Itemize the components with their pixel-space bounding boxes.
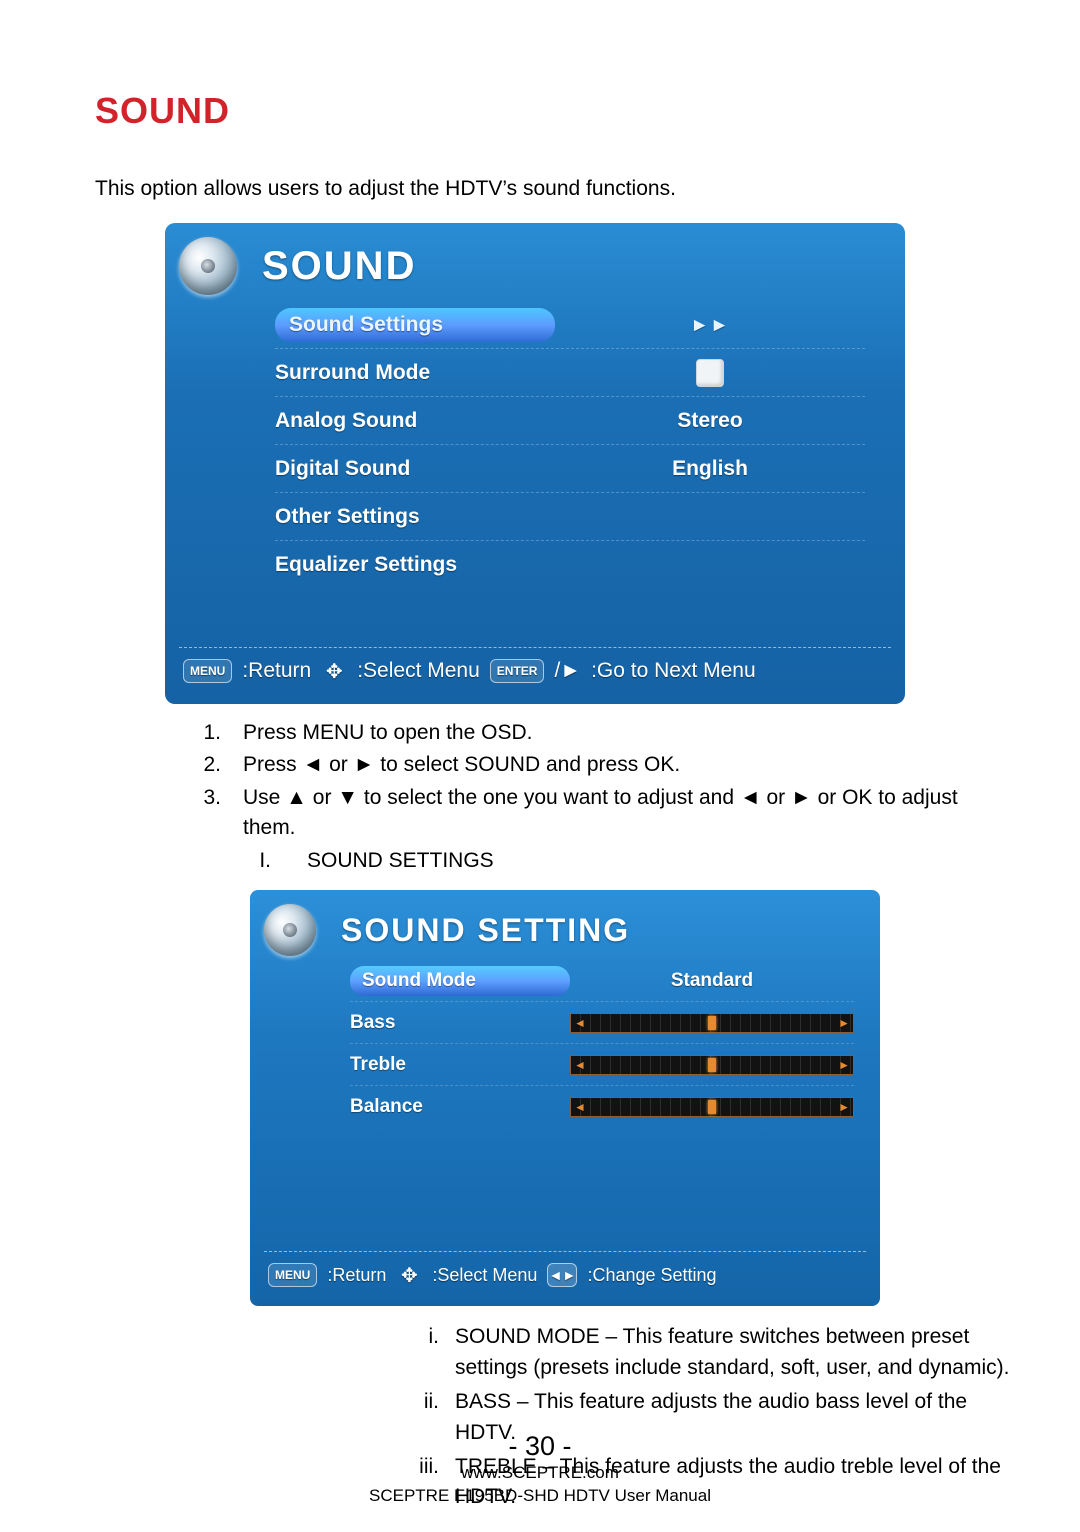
surround-checkbox[interactable] [696,359,724,387]
menu-label: Surround Mode [275,361,430,385]
speaker-icon [179,237,237,295]
right-arrow-icon: ► [838,1016,850,1030]
roman-marker: i. [405,1322,439,1383]
step-number: 3. [193,783,221,844]
footer-return-label: :Return [327,1265,386,1286]
right-arrow-icon: ► [838,1100,850,1114]
section-title: SOUND [95,90,985,132]
left-arrow-icon: ◄ [574,1016,586,1030]
balance-slider[interactable]: ◄► [570,1097,854,1117]
bass-slider[interactable]: ◄► [570,1013,854,1033]
slider-thumb [708,1058,716,1072]
step-text: Use ▲ or ▼ to select the one you want to… [243,783,985,844]
enter-key-icon: ENTER [490,659,545,683]
step-text: Press MENU to open the OSD. [243,718,985,748]
right-arrow-icon: ► [838,1058,850,1072]
footer-select-label: :Select Menu [357,659,480,683]
menu-label: Equalizer Settings [275,553,457,577]
setting-label: Treble [350,1054,406,1076]
left-right-key-icon: ◄► [547,1263,577,1287]
treble-slider[interactable]: ◄► [570,1055,854,1075]
instruction-list: 1. Press MENU to open the OSD. 2. Press ◄ … [95,718,985,876]
setting-row-balance[interactable]: Balance ◄► [350,1086,854,1128]
osd-setting-footer: MENU :Return ✥ :Select Menu ◄► :Change S… [250,1258,880,1296]
analog-value: Stereo [555,409,865,433]
menu-row-other-settings[interactable]: Other Settings [275,493,865,541]
osd-divider [179,647,891,648]
page-footer: www.SCEPTRE.com SCEPTRE E195BD-SHD HDTV … [0,1462,1080,1508]
page-number: - 30 - [0,1431,1080,1462]
footer-manual-title: SCEPTRE E195BD-SHD HDTV User Manual [0,1485,1080,1508]
dpad-icon: ✥ [396,1262,422,1288]
step-number: 2. [193,750,221,780]
menu-row-equalizer-settings[interactable]: Equalizer Settings [275,541,865,589]
left-arrow-icon: ◄ [574,1100,586,1114]
setting-label: Bass [350,1012,395,1034]
menu-label: Digital Sound [275,457,410,481]
digital-value: English [555,457,865,481]
setting-row-sound-mode[interactable]: Sound Mode Standard [350,960,854,1002]
osd-divider [264,1251,866,1252]
roman-text: SOUND MODE – This feature switches betwe… [455,1322,1015,1383]
setting-label: Balance [350,1096,423,1118]
substep-letter: I. [243,846,271,876]
osd-setting-title: SOUND SETTING [341,912,630,949]
menu-row-sound-settings[interactable]: Sound Settings ►► [275,301,865,349]
menu-row-analog-sound[interactable]: Analog Sound Stereo [275,397,865,445]
arrows-icon: ►► [690,315,730,337]
setting-row-treble[interactable]: Treble ◄► [350,1044,854,1086]
footer-select-label: :Select Menu [432,1265,537,1286]
footer-change-label: :Change Setting [587,1265,716,1286]
osd-sound-setting-screenshot: SOUND SETTING Sound Mode Standard Bass ◄… [250,890,880,1306]
menu-row-digital-sound[interactable]: Digital Sound English [275,445,865,493]
menu-row-surround-mode[interactable]: Surround Mode [275,349,865,397]
dpad-icon: ✥ [321,658,347,684]
left-arrow-icon: ◄ [574,1058,586,1072]
intro-text: This option allows users to adjust the H… [95,177,985,201]
menu-key-icon: MENU [268,1263,317,1287]
sound-mode-value: Standard [570,970,854,992]
menu-label: Analog Sound [275,409,417,433]
slider-thumb [708,1100,716,1114]
substep-text: SOUND SETTINGS [307,846,985,876]
setting-row-bass[interactable]: Bass ◄► [350,1002,854,1044]
osd-sound-title: SOUND [262,244,416,289]
speaker-icon [264,904,316,956]
footer-return-label: :Return [242,659,311,683]
osd-sound-footer: MENU :Return ✥ :Select Menu ENTER /► :Go… [165,654,905,692]
footer-next-label: :Go to Next Menu [591,659,756,683]
setting-label: Sound Mode [362,970,476,992]
step-number: 1. [193,718,221,748]
osd-sound-screenshot: SOUND Sound Settings ►► Surround Mode An… [165,223,905,704]
slider-thumb [708,1016,716,1030]
footer-url: www.SCEPTRE.com [0,1462,1080,1485]
menu-label: Sound Settings [289,313,443,337]
step-text: Press ◄ or ► to select SOUND and press O… [243,750,985,780]
menu-label: Other Settings [275,505,420,529]
footer-arrow-glyph: /► [554,659,581,683]
menu-key-icon: MENU [183,659,232,683]
